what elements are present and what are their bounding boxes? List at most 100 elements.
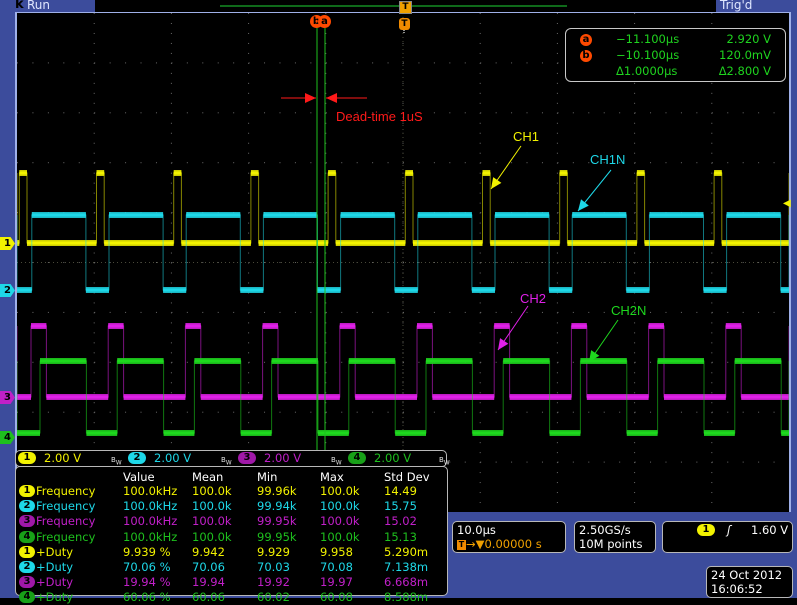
horizontal-position-value: →▼0.00000 s xyxy=(466,537,542,551)
cursor-b-value: 120.0mV xyxy=(719,48,771,62)
ch1n-label: CH1N xyxy=(590,152,626,167)
measurement-name: +Duty xyxy=(36,560,74,574)
dead-time-left-arrow-head xyxy=(305,93,316,103)
cursor-delta-value: Δ2.800 V xyxy=(718,64,771,78)
ch2-label: CH2 xyxy=(520,291,547,306)
col-header-mean: Mean xyxy=(192,470,224,484)
measurement-row[interactable]: 1 +Duty 9.939 % 9.942 9.929 9.958 5.290m xyxy=(16,545,447,560)
cursor-a-value: 2.920 V xyxy=(726,32,771,46)
ch2-waveform xyxy=(17,212,789,293)
measurement-value: 100.0kHz xyxy=(123,484,178,498)
measurement-max: 100.0k xyxy=(320,499,360,514)
cursor-b-badge: b xyxy=(580,50,592,62)
vertical-scale-bar: 1 2.00 V BW 2 2.00 V BW 3 2.00 V BW 4 2.… xyxy=(15,450,450,467)
trigger-position-marker[interactable]: T xyxy=(399,1,412,14)
measurement-max: 100.0k xyxy=(320,514,360,529)
measurement-max: 100.0k xyxy=(320,484,360,498)
measurement-std: 15.75 xyxy=(384,499,417,514)
cursor-delta-row: Δ1.0000µs Δ2.800 V xyxy=(566,64,785,80)
measurement-min: 99.95k xyxy=(257,514,297,529)
ch3-badge: 3 xyxy=(238,452,256,464)
channel-badge: 3 xyxy=(19,515,35,528)
measurement-value: 70.06 % xyxy=(123,560,171,574)
measurement-min: 99.95k xyxy=(257,529,297,544)
measurement-row[interactable]: 3 +Duty 19.94 % 19.94 19.92 19.97 6.668m xyxy=(16,575,447,590)
measurement-name: +Duty xyxy=(36,544,74,559)
date: 24 Oct 2012 xyxy=(711,568,783,582)
measurement-max: 19.97 xyxy=(320,575,353,590)
measurement-mean: 100.0k xyxy=(192,499,232,514)
ch1-arrow-head xyxy=(491,177,502,189)
measurement-name: Frequency xyxy=(36,514,96,529)
measurement-std: 7.138m xyxy=(384,560,429,574)
measurement-row[interactable]: 4 Frequency 100.0kHz 100.0k 99.95k 100.0k 15.1… xyxy=(16,530,447,545)
dead-time-right-arrow-head xyxy=(326,93,337,103)
sample-rate: 2.50GS/s xyxy=(579,523,631,537)
measurement-mean: 9.942 xyxy=(192,544,225,559)
measurement-mean: 100.0k xyxy=(192,484,232,498)
measurement-std: 15.02 xyxy=(384,514,417,529)
ch4-badge: 4 xyxy=(348,452,366,464)
measurement-min: 19.92 xyxy=(257,575,290,590)
record-length: 10M points xyxy=(579,537,643,551)
trigger-point-marker[interactable]: T xyxy=(399,18,410,30)
ch4-scale[interactable]: 4 2.00 V BW xyxy=(348,451,450,466)
ch4-scale-value: 2.00 V xyxy=(374,451,412,465)
measurement-std: 6.668m xyxy=(384,575,429,590)
measurement-name: Frequency xyxy=(36,499,96,514)
measurement-max: 9.958 xyxy=(320,544,353,559)
ch1-label: CH1 xyxy=(513,129,540,144)
measurement-max: 100.0k xyxy=(320,529,360,544)
col-header-stddev: Std Dev xyxy=(384,470,430,484)
ch2-scale[interactable]: 2 2.00 V BW xyxy=(128,451,233,466)
ch2n-label: CH2N xyxy=(611,303,647,318)
measurement-min: 99.94k xyxy=(257,499,297,514)
ch3-scale-value: 2.00 V xyxy=(264,451,302,465)
ch2-edge-trace xyxy=(16,214,790,291)
channel-badge: 1 xyxy=(19,545,35,558)
measurement-mean: 100.0k xyxy=(192,529,232,544)
measurement-max: 70.08 xyxy=(320,560,353,574)
ch2-waveform-core xyxy=(17,213,789,292)
trigger-level: 1.60 V xyxy=(751,523,789,537)
measurement-std: 15.13 xyxy=(384,529,417,544)
col-header-value: Value xyxy=(123,470,155,484)
acquisition-readout[interactable]: 2.50GS/s 10M points xyxy=(574,521,656,553)
channel-badge: 4 xyxy=(19,591,35,604)
measurement-table: Value Mean Min Max Std Dev 1 Frequency 100… xyxy=(15,466,448,604)
cursor-a-time: −11.100µs xyxy=(616,32,680,46)
measurement-row[interactable]: 3 Frequency 100.0kHz 100.0k 99.95k 100.0k 15.0… xyxy=(16,514,447,529)
rising-edge-icon: ʃ xyxy=(727,523,731,537)
ch2-arrow-head xyxy=(498,338,509,350)
measurement-mean: 100.0k xyxy=(192,514,232,529)
cursor-a-marker[interactable]: a xyxy=(318,15,331,28)
trigger-source-badge: 1 xyxy=(697,524,715,536)
cursor-a-row: a −11.100µs 2.920 V xyxy=(566,32,785,48)
trigger-readout[interactable]: 1 ʃ 1.60 V xyxy=(662,521,793,553)
cursor-b-row: b −10.100µs 120.0mV xyxy=(566,48,785,64)
ch2-badge: 2 xyxy=(128,452,146,464)
horizontal-readout[interactable]: 10.0µs T →▼0.00000 s xyxy=(452,521,566,553)
trigger-badge-icon: T xyxy=(457,539,466,550)
measurement-min: 70.03 xyxy=(257,560,290,574)
measurement-row[interactable]: 2 Frequency 100.0kHz 100.0k 99.94k 100.0k 15.7… xyxy=(16,499,447,514)
measurement-value: 100.0kHz xyxy=(123,514,178,529)
measurement-row[interactable]: 2 +Duty 70.06 % 70.06 70.03 70.08 7.138m xyxy=(16,560,447,575)
graticule-right-edge xyxy=(789,12,791,512)
measurement-value: 100.0kHz xyxy=(123,529,178,544)
ch1-scale-value: 2.00 V xyxy=(44,451,82,465)
dead-time-label: Dead-time 1uS xyxy=(336,109,423,124)
col-header-max: Max xyxy=(320,470,344,484)
measurement-name: Frequency xyxy=(36,484,96,498)
ch3-scale[interactable]: 3 2.00 V BW xyxy=(238,451,343,466)
channel-badge: 4 xyxy=(19,530,35,543)
channel-badge: 2 xyxy=(19,500,35,513)
ch1-scale[interactable]: 1 2.00 V BW xyxy=(18,451,123,466)
trigger-level-marker[interactable]: ◀ xyxy=(783,198,791,209)
cursor-lines[interactable] xyxy=(316,28,405,450)
measurement-value: 9.939 % xyxy=(123,544,171,559)
horizontal-position: T →▼0.00000 s xyxy=(457,537,542,551)
time-per-div: 10.0µs xyxy=(457,523,496,537)
measurement-row[interactable]: 1 Frequency 100.0kHz 100.0k 99.96k 100.0k 14.4… xyxy=(16,484,447,499)
measurement-value: 19.94 % xyxy=(123,575,171,590)
